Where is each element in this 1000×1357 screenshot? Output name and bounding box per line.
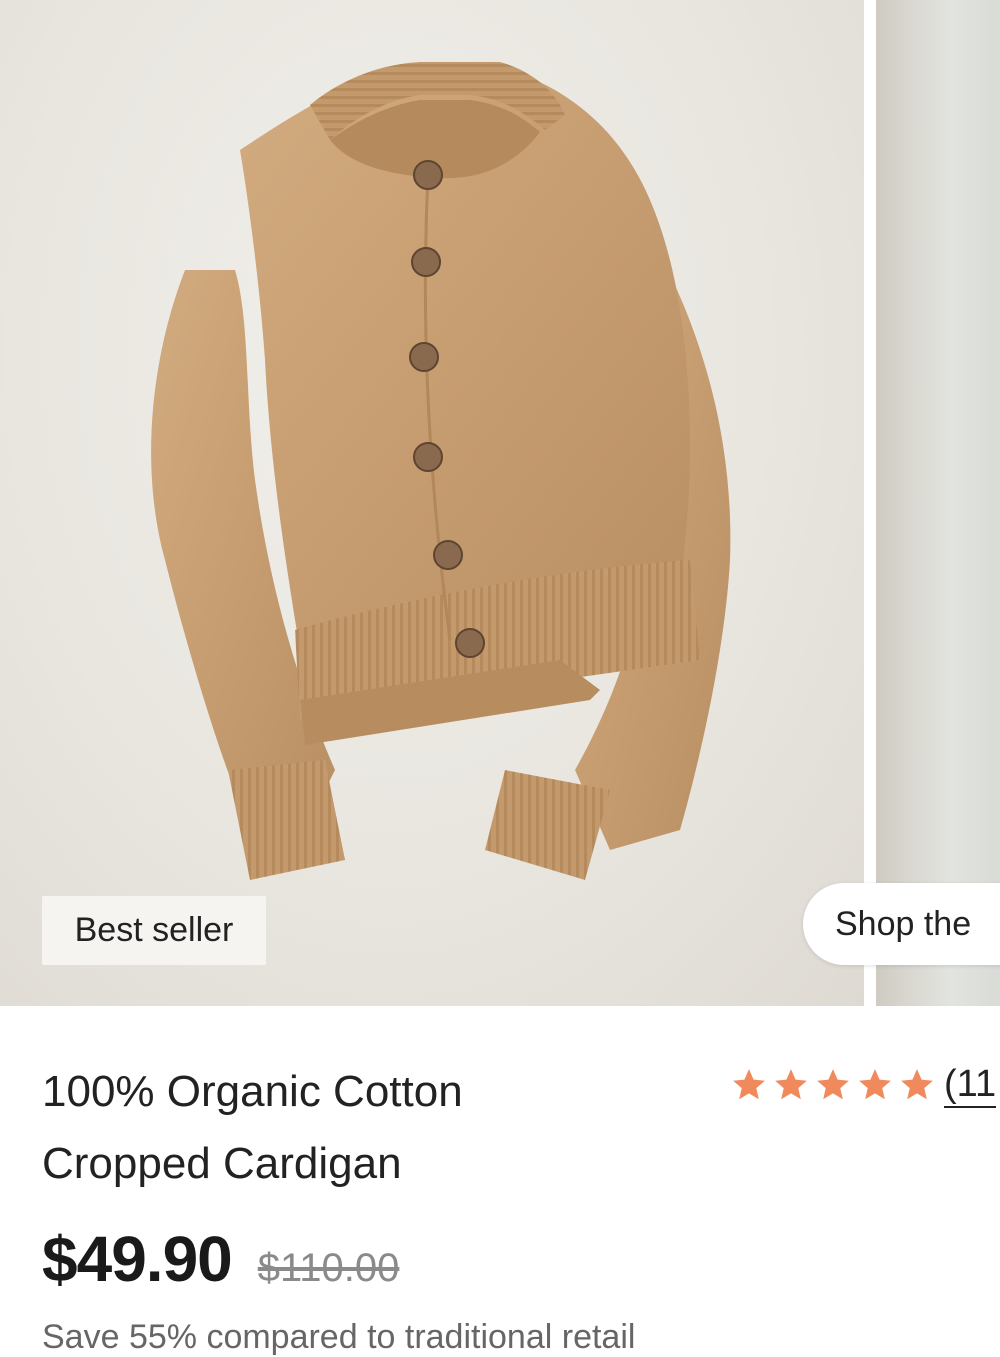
price-row: $49.90 $110.00 (42, 1222, 399, 1296)
product-image-carousel[interactable]: Best seller Shop the (0, 0, 1000, 1006)
product-rating[interactable]: (11 (730, 1060, 997, 1110)
star-icon (859, 1069, 891, 1100)
savings-text: Save 55% compared to traditional retail (42, 1318, 636, 1356)
sale-price: $49.90 (42, 1223, 233, 1295)
cardigan-product-photo (151, 62, 731, 880)
best-seller-badge-label: Best seller (74, 911, 234, 949)
product-image-slide[interactable]: Best seller (0, 0, 864, 1006)
star-icon (733, 1069, 765, 1100)
next-product-image-slide[interactable] (876, 0, 1000, 1006)
original-price: $110.00 (257, 1246, 400, 1290)
rating-stars (730, 1066, 936, 1104)
shop-the-look-button[interactable]: Shop the (803, 883, 1000, 965)
product-title: 100% Organic Cotton Cropped Cardigan (42, 1056, 602, 1200)
best-seller-badge: Best seller (42, 896, 266, 965)
review-count-link[interactable]: (11 (944, 1062, 997, 1108)
product-title-line-2: Cropped Cardigan (42, 1139, 402, 1188)
star-icon (817, 1069, 849, 1100)
shop-the-look-label: Shop the (835, 904, 972, 943)
product-title-line-1: 100% Organic Cotton (42, 1067, 463, 1116)
star-icon (775, 1069, 807, 1100)
star-icon (901, 1069, 933, 1100)
